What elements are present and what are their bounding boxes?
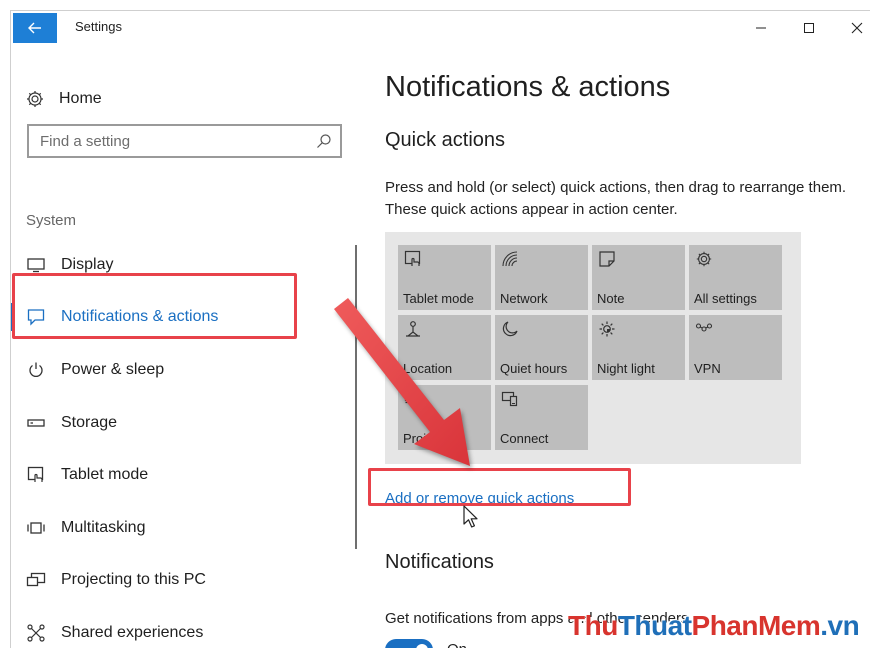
annotation-highlight-link [368,468,631,506]
sidebar-item-label: Display [61,256,114,273]
quick-actions-description: Press and hold (or select) quick actions… [385,179,847,218]
search-box[interactable] [27,124,342,158]
sidebar-home-label: Home [59,90,102,107]
notifications-heading: Notifications [385,551,494,573]
close-icon [851,22,863,34]
back-button[interactable] [13,13,57,43]
sidebar-item-label: Power & sleep [61,361,165,378]
multitasking-icon [25,521,47,535]
search-input[interactable] [29,126,299,156]
mouse-cursor-icon [463,505,478,528]
quick-action-network[interactable]: Network [495,245,588,310]
tile-label: Location [403,361,453,376]
quick-action-tablet-mode[interactable]: Tablet mode [398,245,491,310]
minimize-button[interactable] [739,15,783,41]
sidebar-item-projecting[interactable]: Projecting to this PC [11,559,355,601]
sidebar-item-label: Multitasking [61,519,146,536]
scrollbar-divider[interactable] [355,245,357,549]
tile-label: Tablet mode [403,291,474,306]
tile-label: VPN [694,361,721,376]
project-icon [404,392,418,404]
tablet-mode-icon [25,466,47,484]
sidebar-group-label: System [26,212,77,229]
notifications-toggle[interactable] [385,639,433,648]
tile-label: Quiet hours [500,361,568,376]
sun-icon [599,321,615,337]
sidebar-item-label: Storage [61,414,118,431]
tile-label: Night light [597,361,655,376]
annotation-highlight-notifications [12,273,297,339]
shared-experiences-icon [25,624,47,642]
tile-label: Note [597,291,625,306]
tile-label: Connect [500,431,549,446]
network-icon [502,251,518,267]
storage-icon [25,418,47,428]
back-arrow-icon [28,22,41,34]
tile-label: Network [500,291,548,306]
sidebar-item-multitasking[interactable]: Multitasking [11,507,355,549]
search-icon[interactable] [316,133,332,149]
quick-action-connect[interactable]: Connect [495,385,588,450]
quick-action-night-light[interactable]: Night light [592,315,685,380]
quick-actions-heading: Quick actions [385,129,506,151]
gear-icon [27,91,43,107]
tile-label: Project [403,431,444,446]
maximize-button[interactable] [787,15,831,41]
page-title: Notifications & actions [385,71,671,103]
sidebar-item-shared-experiences[interactable]: Shared experiences [11,612,355,648]
toggle-state-label: On [447,641,467,648]
quick-action-location[interactable]: Location [398,315,491,380]
sidebar-item-label: Projecting to this PC [61,571,206,588]
sidebar-item-power[interactable]: Power & sleep [11,349,355,391]
note-icon [599,251,615,267]
location-icon [406,321,420,337]
sidebar-item-label: Tablet mode [61,466,149,483]
main-content: Notifications & actions Quick actions Pr… [385,45,870,648]
tile-label: All settings [694,291,757,306]
app-title: Settings [75,19,122,34]
watermark: ThuThuatPhanMem.vn [568,610,860,641]
quick-action-vpn[interactable]: VPN [689,315,782,380]
sidebar-item-tablet-mode[interactable]: Tablet mode [11,454,355,496]
sidebar-item-storage[interactable]: Storage [11,402,355,444]
projecting-icon [25,572,47,588]
quick-actions-panel: Tablet mode Network Note All settings Lo… [385,232,801,464]
maximize-icon [804,23,814,33]
display-icon [25,257,47,273]
title-bar: Settings [11,11,870,45]
power-icon [25,361,47,379]
connect-icon [501,391,518,407]
toggle-knob [416,644,428,648]
quick-action-quiet-hours[interactable]: Quiet hours [495,315,588,380]
minimize-icon [756,27,766,29]
quick-action-all-settings[interactable]: All settings [689,245,782,310]
moon-icon [502,321,518,337]
gear-icon [696,251,712,267]
quick-action-note[interactable]: Note [592,245,685,310]
tablet-mode-icon [404,250,421,266]
quick-action-project[interactable]: Project [398,385,491,450]
sidebar-home[interactable]: Home [25,89,102,109]
sidebar-item-label: Shared experiences [61,624,204,641]
vpn-icon [695,323,713,332]
close-button[interactable] [835,15,870,41]
sidebar: Home System Display Notifications & acti… [11,45,355,648]
